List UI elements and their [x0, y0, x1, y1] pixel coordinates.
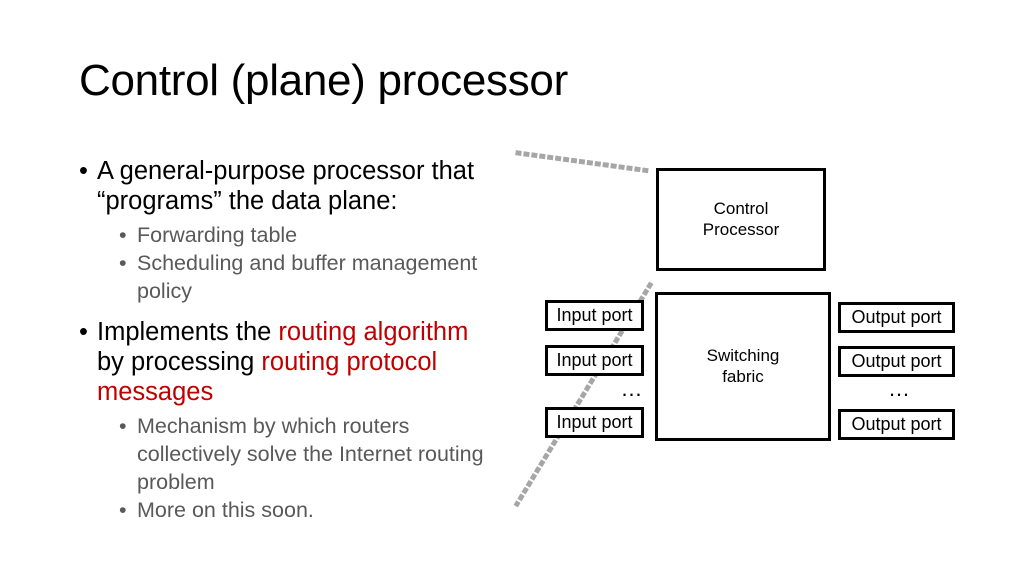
- switching-fabric-label-line2: fabric: [722, 366, 764, 386]
- output-port-box-3: Output port: [838, 409, 955, 440]
- output-port-box-1: Output port: [838, 302, 955, 333]
- control-processor-box: Control Processor: [656, 168, 826, 271]
- router-architecture-diagram: Control Processor Switching fabric Input…: [0, 0, 1024, 576]
- input-port-box-1: Input port: [545, 300, 644, 331]
- control-processor-label-line2: Processor: [702, 219, 780, 239]
- output-port-box-2: Output port: [838, 346, 955, 377]
- control-processor-label-line1: Control: [713, 199, 769, 219]
- upper-dashed-leader-icon: [515, 150, 653, 174]
- switching-fabric-label-line1: Switching: [706, 346, 780, 366]
- slide-canvas: Control (plane) processor • A general-pu…: [0, 0, 1024, 576]
- input-ports-ellipsis: …: [620, 376, 645, 401]
- input-port-box-2: Input port: [545, 345, 644, 376]
- output-ports-ellipsis: …: [888, 376, 912, 401]
- input-port-box-3: Input port: [545, 407, 644, 438]
- switching-fabric-box: Switching fabric: [655, 292, 831, 441]
- dashed-leader-lines: [513, 150, 654, 508]
